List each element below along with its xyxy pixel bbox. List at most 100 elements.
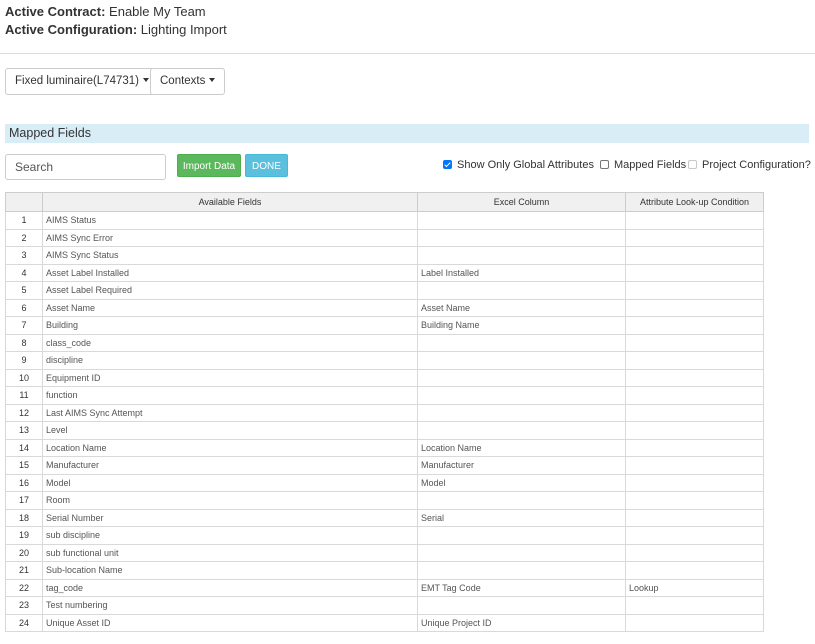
lookup-condition-cell[interactable] bbox=[625, 211, 764, 230]
available-field-cell: Asset Label Required bbox=[42, 281, 418, 300]
lookup-condition-cell[interactable] bbox=[625, 438, 764, 457]
table-row[interactable]: 22 tag_code EMT Tag Code Lookup bbox=[5, 578, 764, 597]
table-row[interactable]: 15 Manufacturer Manufacturer bbox=[5, 456, 764, 475]
excel-column-cell[interactable]: Label Installed bbox=[417, 263, 626, 282]
excel-column-cell[interactable] bbox=[417, 386, 626, 405]
table-row[interactable]: 1 AIMS Status bbox=[5, 211, 764, 230]
table-row[interactable]: 5 Asset Label Required bbox=[5, 281, 764, 300]
lookup-condition-cell[interactable] bbox=[625, 421, 764, 440]
active-configuration: Active Configuration: Lighting Import bbox=[5, 21, 227, 39]
lookup-condition-cell[interactable] bbox=[625, 368, 764, 387]
done-button[interactable]: DONE bbox=[245, 154, 288, 177]
available-field-cell: Serial Number bbox=[42, 508, 418, 527]
table-row[interactable]: 4 Asset Label Installed Label Installed bbox=[5, 263, 764, 282]
lookup-condition-cell[interactable] bbox=[625, 561, 764, 580]
lookup-condition-cell[interactable] bbox=[625, 263, 764, 282]
excel-column-cell[interactable]: Location Name bbox=[417, 438, 626, 457]
active-configuration-value: Lighting Import bbox=[140, 22, 227, 37]
table-row[interactable]: 24 Unique Asset ID Unique Project ID bbox=[5, 613, 764, 632]
available-field-cell: AIMS Sync Status bbox=[42, 246, 418, 265]
excel-column-cell[interactable]: Unique Project ID bbox=[417, 613, 626, 632]
table-row[interactable]: 18 Serial Number Serial bbox=[5, 508, 764, 527]
lookup-condition-cell[interactable] bbox=[625, 351, 764, 370]
excel-column-cell[interactable]: Serial bbox=[417, 508, 626, 527]
lookup-condition-cell[interactable] bbox=[625, 491, 764, 510]
table-row[interactable]: 8 class_code bbox=[5, 333, 764, 352]
table-row[interactable]: 7 Building Building Name bbox=[5, 316, 764, 335]
excel-column-cell[interactable]: Asset Name bbox=[417, 298, 626, 317]
table-row[interactable]: 2 AIMS Sync Error bbox=[5, 228, 764, 247]
excel-column-cell[interactable] bbox=[417, 281, 626, 300]
mapped-fields-label: Mapped Fields bbox=[614, 159, 687, 171]
table-row[interactable]: 20 sub functional unit bbox=[5, 543, 764, 562]
row-number-cell: 16 bbox=[5, 473, 43, 492]
excel-column-cell[interactable] bbox=[417, 228, 626, 247]
table-row[interactable]: 10 Equipment ID bbox=[5, 368, 764, 387]
show-only-global-attributes-option[interactable]: Show Only Global Attributes bbox=[443, 158, 594, 172]
excel-column-cell[interactable] bbox=[417, 246, 626, 265]
show-only-global-attributes-label: Show Only Global Attributes bbox=[457, 159, 594, 171]
available-fields-header[interactable]: Available Fields bbox=[42, 192, 418, 212]
attribute-lookup-condition-header[interactable]: Attribute Look-up Condition bbox=[625, 192, 764, 212]
excel-column-cell[interactable] bbox=[417, 403, 626, 422]
table-row[interactable]: 17 Room bbox=[5, 491, 764, 510]
table-row[interactable]: 6 Asset Name Asset Name bbox=[5, 298, 764, 317]
lookup-condition-cell[interactable] bbox=[625, 456, 764, 475]
lookup-condition-cell[interactable] bbox=[625, 543, 764, 562]
table-row[interactable]: 16 Model Model bbox=[5, 473, 764, 492]
contexts-dropdown[interactable]: Contexts bbox=[150, 68, 226, 95]
excel-column-cell[interactable] bbox=[417, 543, 626, 562]
mapped-fields-panel-title: Mapped Fields bbox=[5, 124, 809, 143]
excel-column-header[interactable]: Excel Column bbox=[417, 192, 626, 212]
lookup-condition-cell[interactable] bbox=[625, 333, 764, 352]
table-row[interactable]: 13 Level bbox=[5, 421, 764, 440]
excel-column-cell[interactable] bbox=[417, 211, 626, 230]
table-row[interactable]: 19 sub discipline bbox=[5, 526, 764, 545]
excel-column-cell[interactable]: EMT Tag Code bbox=[417, 578, 626, 597]
import-data-button[interactable]: Import Data bbox=[177, 154, 241, 177]
lookup-condition-cell[interactable] bbox=[625, 246, 764, 265]
excel-column-cell[interactable] bbox=[417, 526, 626, 545]
lookup-condition-cell[interactable] bbox=[625, 526, 764, 545]
excel-column-cell[interactable] bbox=[417, 421, 626, 440]
excel-column-cell[interactable] bbox=[417, 561, 626, 580]
table-row[interactable]: 11 function bbox=[5, 386, 764, 405]
excel-column-cell[interactable] bbox=[417, 333, 626, 352]
row-number-cell: 21 bbox=[5, 561, 43, 580]
excel-column-cell[interactable] bbox=[417, 368, 626, 387]
lookup-condition-cell[interactable]: Lookup bbox=[625, 578, 764, 597]
table-row[interactable]: 23 Test numbering bbox=[5, 596, 764, 615]
row-number-cell: 9 bbox=[5, 351, 43, 370]
lookup-condition-cell[interactable] bbox=[625, 316, 764, 335]
excel-column-cell[interactable]: Manufacturer bbox=[417, 456, 626, 475]
excel-column-cell[interactable]: Model bbox=[417, 473, 626, 492]
excel-column-cell[interactable] bbox=[417, 596, 626, 615]
available-field-cell: Manufacturer bbox=[42, 456, 418, 475]
available-field-cell: sub discipline bbox=[42, 526, 418, 545]
excel-column-cell[interactable] bbox=[417, 491, 626, 510]
lookup-condition-cell[interactable] bbox=[625, 473, 764, 492]
show-only-global-attributes-checkbox[interactable] bbox=[443, 160, 452, 169]
lookup-condition-cell[interactable] bbox=[625, 596, 764, 615]
asset-class-dropdown[interactable]: Fixed luminaire(L74731) bbox=[5, 68, 160, 95]
lookup-condition-cell[interactable] bbox=[625, 281, 764, 300]
lookup-condition-cell[interactable] bbox=[625, 613, 764, 632]
lookup-condition-cell[interactable] bbox=[625, 508, 764, 527]
table-row[interactable]: 21 Sub-location Name bbox=[5, 561, 764, 580]
table-row[interactable]: 3 AIMS Sync Status bbox=[5, 246, 764, 265]
excel-column-cell[interactable]: Building Name bbox=[417, 316, 626, 335]
lookup-condition-cell[interactable] bbox=[625, 298, 764, 317]
lookup-condition-cell[interactable] bbox=[625, 403, 764, 422]
table-row[interactable]: 14 Location Name Location Name bbox=[5, 438, 764, 457]
table-row[interactable]: 9 discipline bbox=[5, 351, 764, 370]
project-configuration-checkbox bbox=[688, 160, 697, 169]
mapped-fields-checkbox[interactable] bbox=[600, 160, 609, 169]
lookup-condition-cell[interactable] bbox=[625, 386, 764, 405]
mapped-fields-option[interactable]: Mapped Fields bbox=[600, 158, 686, 172]
table-row[interactable]: 12 Last AIMS Sync Attempt bbox=[5, 403, 764, 422]
excel-column-cell[interactable] bbox=[417, 351, 626, 370]
available-field-cell: class_code bbox=[42, 333, 418, 352]
lookup-condition-cell[interactable] bbox=[625, 228, 764, 247]
available-field-cell: Asset Name bbox=[42, 298, 418, 317]
search-input[interactable] bbox=[5, 154, 166, 180]
